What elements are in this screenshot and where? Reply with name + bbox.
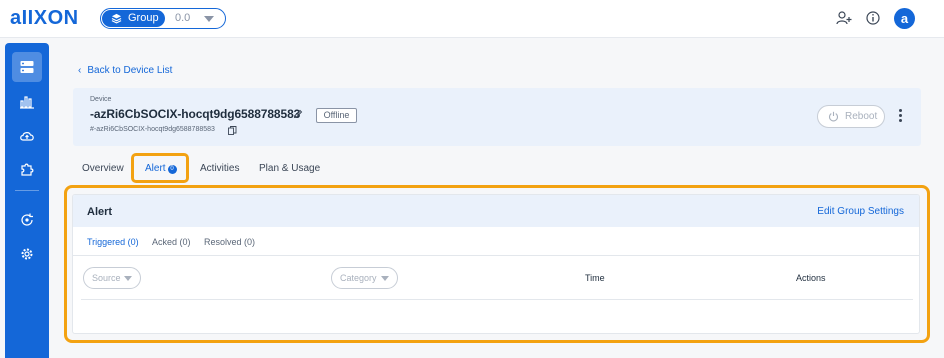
refresh-gear-icon <box>21 213 33 226</box>
sidebar-item-analytics[interactable] <box>12 86 42 116</box>
reboot-label: Reboot <box>845 111 878 122</box>
avatar[interactable]: a <box>894 8 915 29</box>
server-icon <box>20 61 34 73</box>
sidebar-item-devices[interactable] <box>12 52 42 82</box>
back-to-device-list-link[interactable]: ‹ Back to Device List <box>78 65 172 77</box>
tab-overview[interactable]: Overview <box>82 163 124 175</box>
tab-plan-usage[interactable]: Plan & Usage <box>259 163 320 175</box>
settings-icon <box>21 248 33 260</box>
cloud-upload-icon <box>20 132 34 141</box>
sidebar <box>5 43 49 358</box>
more-options-icon[interactable] <box>899 109 903 123</box>
puzzle-icon <box>21 163 34 176</box>
info-icon[interactable] <box>865 10 881 26</box>
group-label: Group <box>128 12 159 24</box>
copy-icon[interactable] <box>228 126 237 135</box>
chevron-down-icon[interactable] <box>204 16 214 22</box>
sidebar-divider <box>15 190 39 191</box>
alert-panel-highlight <box>64 185 930 343</box>
sidebar-item-settings[interactable] <box>12 239 42 269</box>
device-section-label: Device <box>90 96 112 103</box>
group-toggle[interactable]: Group <box>102 10 165 27</box>
sidebar-item-plugins[interactable] <box>12 154 42 184</box>
group-selector[interactable]: Group 0.0 <box>100 8 226 29</box>
device-summary-card: Device -azRi6CbSOCIX-hocqt9dg6588788583 … <box>73 88 921 146</box>
pencil-icon[interactable] <box>293 109 303 119</box>
device-name: -azRi6CbSOCIX-hocqt9dg6588788583 <box>90 107 301 121</box>
add-user-icon[interactable] <box>836 10 852 26</box>
device-id: #-azRi6CbSOCIX-hocqt9dg6588788583 <box>90 126 215 133</box>
alert-tab-highlight <box>131 153 189 183</box>
app-logo[interactable]: aIIXON <box>10 8 79 28</box>
top-bar: aIIXON Group 0.0 a <box>0 0 944 38</box>
chevron-left-icon: ‹ <box>78 65 82 76</box>
bar-chart-icon <box>20 96 34 109</box>
sidebar-item-sync[interactable] <box>12 205 42 235</box>
layers-icon <box>111 13 122 24</box>
status-badge: Offline <box>316 108 357 123</box>
sidebar-item-cloud[interactable] <box>12 120 42 150</box>
tab-activities[interactable]: Activities <box>200 163 239 175</box>
power-icon <box>829 111 838 122</box>
back-link-label: Back to Device List <box>87 65 173 76</box>
reboot-button[interactable]: Reboot <box>817 105 885 128</box>
group-value: 0.0 <box>175 12 191 24</box>
